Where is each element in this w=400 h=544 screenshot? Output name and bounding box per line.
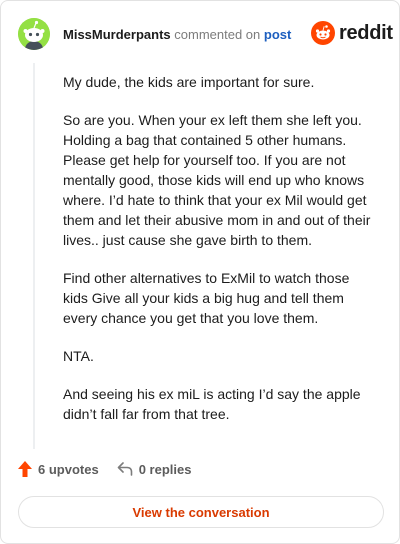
snoo-avatar-icon [18,18,50,50]
upvote-button[interactable]: 6 upvotes [18,461,99,477]
upvote-arrow-icon [18,461,32,477]
comment-body: My dude, the kids are important for sure… [63,72,375,442]
comment-paragraph: My dude, the kids are important for sure… [63,74,315,90]
reply-button[interactable]: 0 replies [117,461,192,477]
reply-arrow-icon [117,462,132,476]
comment-actions: 6 upvotes 0 replies [18,461,191,477]
post-link[interactable]: post [264,27,291,42]
reply-count: 0 replies [138,461,192,477]
reddit-snoo-logo-icon [311,21,335,45]
comment-paragraph: So are you. When your ex left them she l… [63,112,371,248]
upvote-count: 6 upvotes [38,461,99,477]
comment-card: MissMurderpants commented on post reddit… [0,0,400,544]
action-text: commented on [174,27,261,42]
comment-paragraph: And seeing his ex miL is acting I’d say … [63,386,361,422]
comment-paragraph: Find other alternatives to ExMil to watc… [63,270,350,326]
comment-header: MissMurderpants commented on post [63,27,291,42]
thread-line [33,63,35,449]
view-conversation-button[interactable]: View the conversation [18,496,384,528]
reddit-wordmark: reddit [339,22,393,44]
user-avatar[interactable] [18,18,50,50]
username-link[interactable]: MissMurderpants [63,27,171,42]
comment-paragraph: NTA. [63,348,94,364]
reddit-logo[interactable]: reddit [311,21,393,45]
